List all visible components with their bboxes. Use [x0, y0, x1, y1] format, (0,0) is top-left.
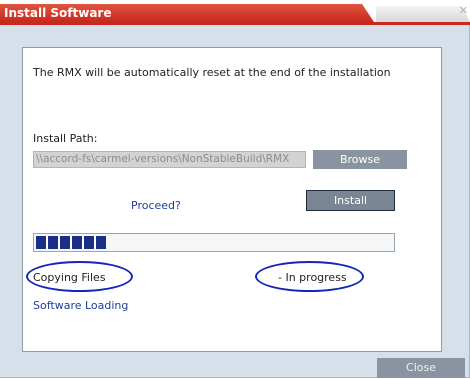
title-tab: Install Software [0, 4, 374, 22]
annotation-ellipse-left [26, 261, 133, 292]
browse-button[interactable]: Browse [313, 150, 407, 169]
install-path-label: Install Path: [33, 132, 98, 145]
close-icon[interactable]: ✕ [459, 4, 468, 17]
window-title: Install Software [4, 6, 112, 20]
annotation-ellipse-right [255, 261, 364, 292]
install-path-input[interactable]: \\accord-fs\carmel-versions\NonStableBui… [33, 151, 306, 168]
reset-notice: The RMX will be automatically reset at t… [33, 66, 391, 79]
proceed-label: Proceed? [131, 199, 181, 212]
title-bar: Install Software ✕ [0, 0, 470, 25]
install-software-dialog: The RMX will be automatically reset at t… [0, 25, 470, 378]
close-button[interactable]: Close [377, 358, 465, 378]
progress-fill [36, 236, 106, 249]
install-panel: The RMX will be automatically reset at t… [22, 47, 442, 352]
title-bar-filler [376, 6, 470, 22]
install-progress-bar [33, 233, 395, 252]
install-button[interactable]: Install [306, 190, 395, 211]
software-loading-label: Software Loading [33, 299, 129, 312]
